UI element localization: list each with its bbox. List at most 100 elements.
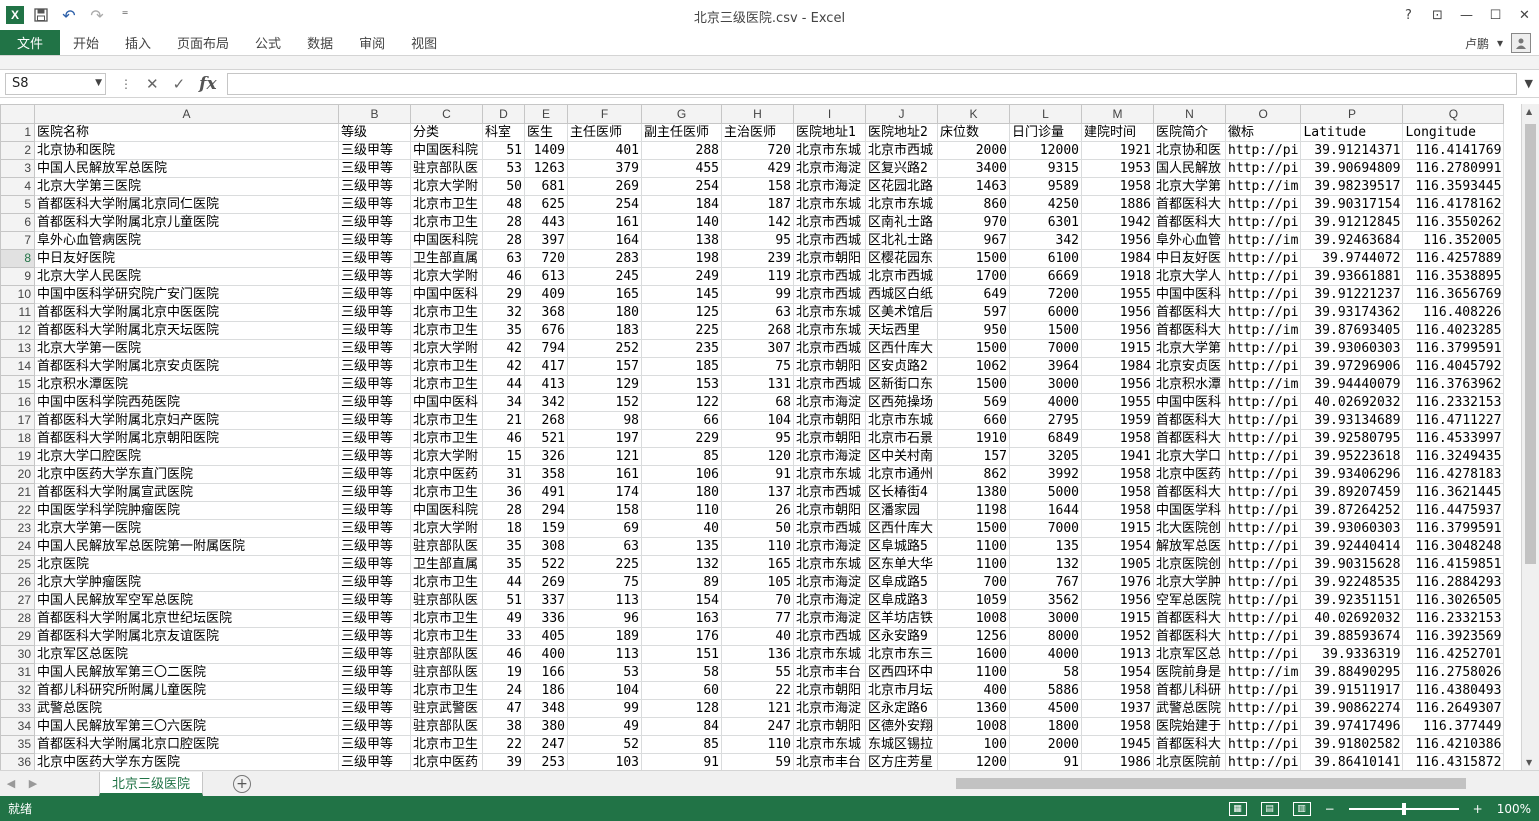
cell[interactable]: 157 bbox=[937, 447, 1010, 466]
cell[interactable]: 379 bbox=[567, 159, 642, 178]
cell[interactable]: http://pi bbox=[1224, 555, 1302, 574]
cell[interactable]: 26 bbox=[721, 501, 794, 520]
cell[interactable]: 首都医科大 bbox=[1153, 321, 1226, 340]
cell[interactable]: 116.4711227 bbox=[1402, 411, 1505, 430]
cell[interactable]: 116.4380493 bbox=[1402, 681, 1505, 700]
cell[interactable]: 区长椿街4 bbox=[865, 483, 938, 502]
cell[interactable]: 区花园北路 bbox=[865, 177, 938, 196]
cell[interactable]: 184 bbox=[641, 195, 722, 214]
cell[interactable]: 116.3799591 bbox=[1402, 519, 1505, 538]
cell[interactable]: 区永定路6 bbox=[865, 699, 938, 718]
row-header[interactable]: 33 bbox=[0, 699, 35, 718]
cell[interactable]: 58 bbox=[641, 663, 722, 682]
cell[interactable]: 三级甲等 bbox=[338, 177, 411, 196]
cell[interactable]: http://pi bbox=[1224, 591, 1302, 610]
cell[interactable]: 153 bbox=[641, 375, 722, 394]
cell[interactable]: 三级甲等 bbox=[338, 573, 411, 592]
cell[interactable]: 326 bbox=[524, 447, 568, 466]
column-header[interactable]: C bbox=[410, 104, 483, 124]
cell[interactable]: 北京市海淀 bbox=[793, 591, 866, 610]
cell[interactable]: 1984 bbox=[1081, 357, 1154, 376]
cell[interactable]: 北京市卫生 bbox=[410, 321, 483, 340]
minimize-button[interactable]: — bbox=[1452, 0, 1481, 30]
horizontal-scrollbar[interactable] bbox=[940, 775, 1520, 791]
cell[interactable]: 区安贞路2 bbox=[865, 357, 938, 376]
cell[interactable]: 39.90317154 bbox=[1300, 195, 1404, 214]
cell[interactable]: 235 bbox=[641, 339, 722, 358]
customize-qat-icon[interactable]: ⁼ bbox=[114, 4, 136, 26]
cell[interactable]: 北京中医药大学东方医院 bbox=[34, 753, 339, 770]
cell[interactable]: 106 bbox=[641, 465, 722, 484]
cell[interactable]: 北京大学肿瘤医院 bbox=[34, 573, 339, 592]
cell[interactable]: 北京市朝阳 bbox=[793, 501, 866, 520]
help-button[interactable]: ? bbox=[1394, 0, 1423, 30]
cell[interactable]: 105 bbox=[721, 573, 794, 592]
cell[interactable]: 660 bbox=[937, 411, 1010, 430]
cell[interactable]: 39.97296906 bbox=[1300, 357, 1404, 376]
cell[interactable]: 50 bbox=[721, 519, 794, 538]
cell[interactable]: 308 bbox=[524, 537, 568, 556]
cell[interactable]: 三级甲等 bbox=[338, 249, 411, 268]
cell[interactable]: 120 bbox=[721, 447, 794, 466]
cell[interactable]: 99 bbox=[721, 285, 794, 304]
cell[interactable]: 39.90315628 bbox=[1300, 555, 1404, 574]
row-header[interactable]: 14 bbox=[0, 357, 35, 376]
cell[interactable]: 北京协和医 bbox=[1153, 141, 1226, 160]
cell[interactable]: http://pi bbox=[1224, 681, 1302, 700]
cell[interactable]: 三级甲等 bbox=[338, 483, 411, 502]
cell[interactable]: 区永安路9 bbox=[865, 627, 938, 646]
cell[interactable]: 北京市东城 bbox=[793, 141, 866, 160]
cell[interactable]: 日门诊量 bbox=[1009, 123, 1082, 142]
cell[interactable]: 116.4210386 bbox=[1402, 735, 1505, 754]
cell[interactable]: 分类 bbox=[410, 123, 483, 142]
cell[interactable]: 8000 bbox=[1009, 627, 1082, 646]
cell[interactable]: 39.92580795 bbox=[1300, 429, 1404, 448]
cell[interactable]: 767 bbox=[1009, 573, 1082, 592]
row-header[interactable]: 25 bbox=[0, 555, 35, 574]
cell[interactable]: 413 bbox=[524, 375, 568, 394]
cell[interactable]: http://pi bbox=[1224, 753, 1302, 770]
row-header[interactable]: 23 bbox=[0, 519, 35, 538]
cell[interactable]: 北京市西城 bbox=[793, 267, 866, 286]
cell[interactable]: 1954 bbox=[1081, 537, 1154, 556]
row-header[interactable]: 15 bbox=[0, 375, 35, 394]
cell[interactable]: 2000 bbox=[1009, 735, 1082, 754]
cell[interactable]: 39.87264252 bbox=[1300, 501, 1404, 520]
cell[interactable]: 1700 bbox=[937, 267, 1010, 286]
cell[interactable]: 39.88490295 bbox=[1300, 663, 1404, 682]
cell[interactable]: 北京市朝阳 bbox=[793, 411, 866, 430]
cell[interactable]: http://pi bbox=[1224, 249, 1302, 268]
cell[interactable]: 1954 bbox=[1081, 663, 1154, 682]
cell[interactable]: 三级甲等 bbox=[338, 609, 411, 628]
cell[interactable]: 700 bbox=[937, 573, 1010, 592]
cell[interactable]: 116.2884293 bbox=[1402, 573, 1505, 592]
cell[interactable]: 1905 bbox=[1081, 555, 1154, 574]
cell[interactable]: 1256 bbox=[937, 627, 1010, 646]
column-header[interactable]: I bbox=[793, 104, 866, 124]
cell[interactable]: 12000 bbox=[1009, 141, 1082, 160]
tab-formulas[interactable]: 公式 bbox=[242, 30, 294, 55]
column-header[interactable]: O bbox=[1224, 104, 1302, 124]
cell[interactable]: 三级甲等 bbox=[338, 321, 411, 340]
cell[interactable]: 北京大学第一医院 bbox=[34, 339, 339, 358]
cell[interactable]: 1955 bbox=[1081, 285, 1154, 304]
cell[interactable]: 北京市丰台 bbox=[793, 753, 866, 770]
cell[interactable]: 39.97417496 bbox=[1300, 717, 1404, 736]
cell[interactable]: 科室 bbox=[482, 123, 525, 142]
cell[interactable]: 区德外安翔 bbox=[865, 717, 938, 736]
cell[interactable]: 卫生部直属 bbox=[410, 249, 483, 268]
cell[interactable]: 三级甲等 bbox=[338, 393, 411, 412]
cell[interactable]: 首都医科大 bbox=[1153, 483, 1226, 502]
cell[interactable]: 39.93060303 bbox=[1300, 519, 1404, 538]
cell[interactable]: 北京市卫生 bbox=[410, 483, 483, 502]
sheet-tab-active[interactable]: 北京三级医院 bbox=[99, 771, 204, 796]
column-header[interactable]: K bbox=[937, 104, 1010, 124]
cell[interactable]: 84 bbox=[641, 717, 722, 736]
cell[interactable]: 1953 bbox=[1081, 159, 1154, 178]
cell[interactable]: 116.377449 bbox=[1402, 717, 1505, 736]
cell[interactable]: 4500 bbox=[1009, 699, 1082, 718]
cell[interactable]: 39.91221237 bbox=[1300, 285, 1404, 304]
cell[interactable]: 158 bbox=[567, 501, 642, 520]
cell[interactable]: 北京大学人 bbox=[1153, 267, 1226, 286]
name-box[interactable]: S8 ▼ bbox=[5, 72, 106, 95]
